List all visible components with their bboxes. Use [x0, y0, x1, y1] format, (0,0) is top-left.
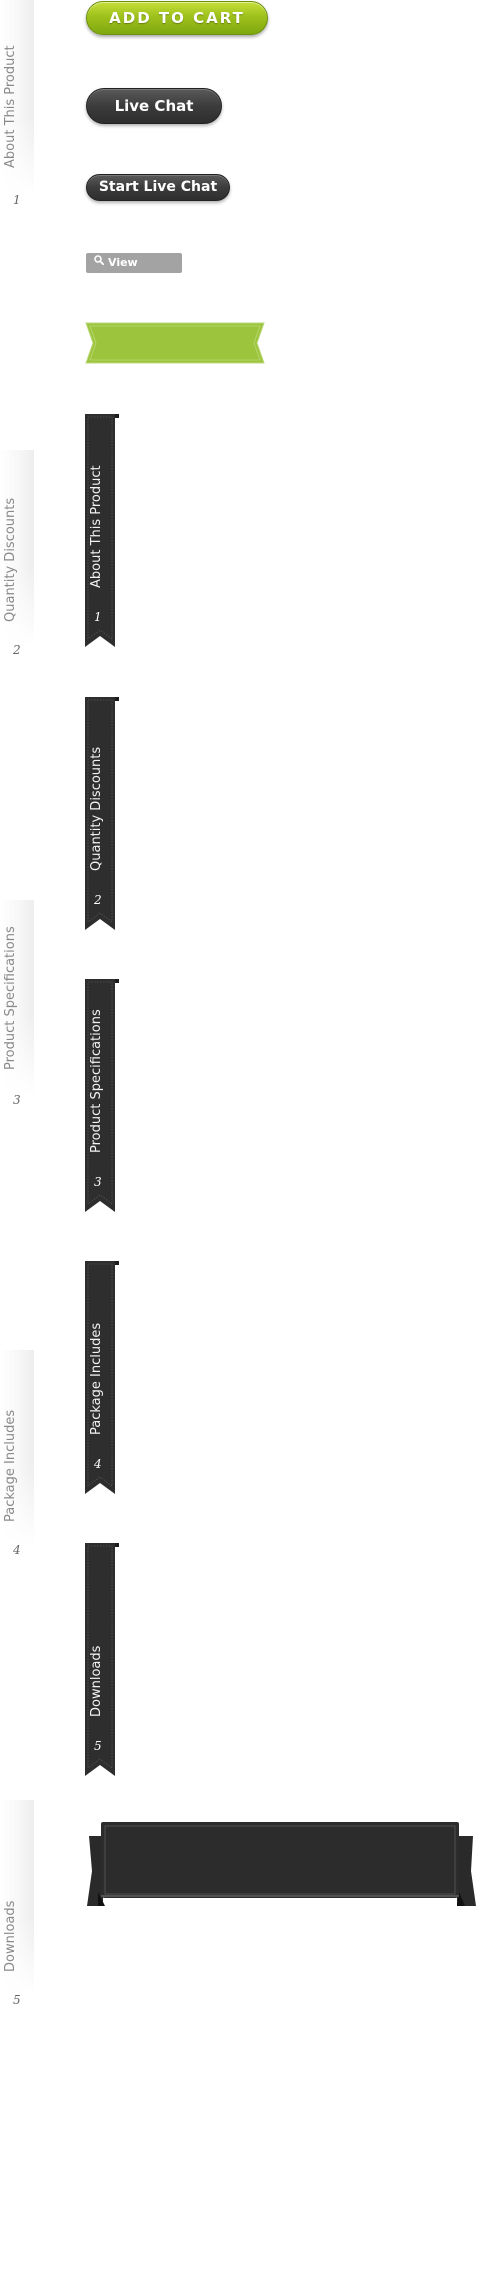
dark-tab-number: 5 — [94, 1739, 102, 1753]
side-tab-downloads[interactable]: Downloads — [0, 1800, 34, 1996]
dark-tab-number: 3 — [94, 1175, 102, 1189]
dark-tab-label: Package Includes — [89, 1322, 104, 1435]
dark-tab-number: 1 — [94, 610, 102, 624]
start-live-chat-button[interactable]: Start Live Chat — [86, 174, 230, 201]
side-tab-number: 2 — [13, 643, 21, 657]
dark-tab-number: 4 — [94, 1457, 102, 1471]
side-tab-product-specifications[interactable]: Product Specifications — [0, 900, 34, 1096]
side-tab-label: Product Specifications — [3, 926, 18, 1070]
side-tab-label: Package Includes — [3, 1409, 18, 1522]
add-to-cart-button[interactable]: ADD TO CART — [86, 1, 268, 35]
side-tab-label: About This Product — [3, 45, 18, 168]
side-tab-number: 3 — [13, 1093, 21, 1107]
side-tab-label: Quantity Discounts — [3, 497, 18, 622]
side-tab-about-this-product[interactable]: About This Product — [0, 0, 34, 196]
side-tab-label: Downloads — [3, 1900, 18, 1972]
dark-tab-label: Downloads — [89, 1645, 104, 1717]
dark-tab-label: Quantity Discounts — [89, 746, 104, 871]
side-tab-number: 5 — [13, 1993, 21, 2007]
side-tab-package-includes[interactable]: Package Includes — [0, 1350, 34, 1546]
side-tab-quantity-discounts[interactable]: Quantity Discounts — [0, 450, 34, 646]
dark-tab-package-includes[interactable]: Package Includes 4 — [85, 1261, 119, 1496]
side-tab-number: 1 — [13, 193, 21, 207]
dark-tab-number: 2 — [94, 893, 102, 907]
dark-ribbon-banner — [85, 1822, 477, 1908]
live-chat-button[interactable]: Live Chat — [86, 88, 222, 124]
dark-tab-product-specifications[interactable]: Product Specifications 3 — [85, 979, 119, 1214]
dark-tab-label: Product Specifications — [89, 1009, 104, 1153]
side-tab-number: 4 — [13, 1543, 21, 1557]
view-larger-button[interactable]: View Larger — [86, 252, 182, 289]
magnifier-icon — [94, 252, 105, 272]
dark-tab-about-this-product[interactable]: About This Product 1 — [85, 414, 119, 649]
dark-tab-label: About This Product — [89, 465, 104, 588]
dark-tab-quantity-discounts[interactable]: Quantity Discounts 2 — [85, 697, 119, 932]
green-ribbon-banner — [85, 322, 265, 364]
dark-tab-downloads[interactable]: Downloads 5 — [85, 1543, 119, 1778]
